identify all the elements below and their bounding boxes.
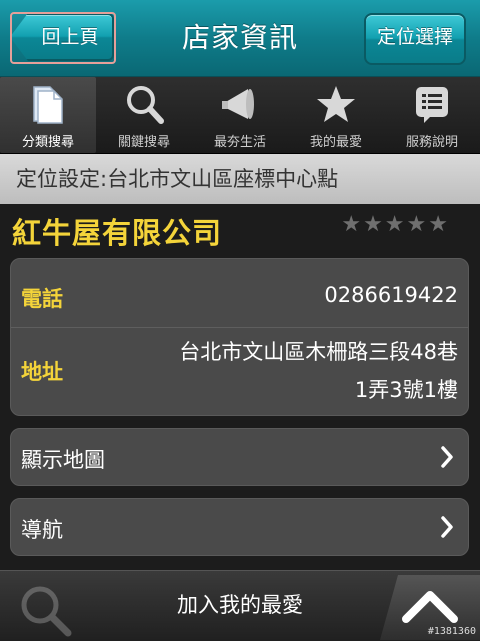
chevron-right-icon [441, 446, 453, 468]
store-name: 紅牛屋有限公司 [12, 216, 223, 250]
show-map-button[interactable]: 顯示地圖 [10, 428, 469, 486]
address-line-1: 台北市文山區木柵路三段48巷 [179, 340, 458, 364]
chevron-up-icon [402, 591, 458, 623]
megaphone-icon [222, 89, 254, 119]
location-select-button[interactable]: 定位選擇 [364, 13, 466, 65]
list-icon [416, 87, 448, 123]
tab-hot-life[interactable]: 最夯生活 [192, 77, 288, 153]
address-label: 地址 [21, 360, 63, 384]
show-map-label: 顯示地圖 [21, 448, 105, 472]
tab-label: 我的最愛 [309, 135, 362, 150]
tab-label: 服務說明 [405, 135, 458, 150]
store-info-card: 電話 0286619422 地址 台北市文山區木柵路三段48巷 1弄3號1樓 [10, 258, 469, 416]
tab-label: 最夯生活 [213, 135, 266, 150]
star-icon [317, 86, 355, 122]
folder-icon [33, 86, 63, 124]
tab-label: 關鍵搜尋 [117, 135, 170, 150]
search-icon [127, 86, 164, 124]
star-icon: ★ [406, 212, 427, 237]
tab-service-info[interactable]: 服務說明 [384, 77, 480, 153]
tab-label: 分類搜尋 [21, 135, 74, 150]
phone-value: 0286619422 [324, 283, 458, 307]
star-icon: ★ [341, 212, 362, 237]
watermark: #1381360 [427, 626, 476, 637]
star-icon: ★ [428, 212, 448, 237]
navigate-button[interactable]: 導航 [10, 498, 469, 556]
navigate-label: 導航 [21, 518, 63, 542]
tab-my-favorites[interactable]: 我的最愛 [288, 77, 384, 153]
chevron-right-icon [441, 516, 453, 538]
tab-category-search[interactable]: 分類搜尋 [0, 77, 96, 153]
phone-label: 電話 [21, 287, 63, 311]
address-line-2: 1弄3號1樓 [354, 378, 458, 402]
tab-bar: 分類搜尋 關鍵搜尋 最夯生活 我的最愛 服務說明 [0, 77, 480, 154]
star-icon: ★ [363, 212, 383, 237]
star-icon: ★ [384, 212, 405, 237]
tab-keyword-search[interactable]: 關鍵搜尋 [96, 77, 192, 153]
title-bar: 回上頁 店家資訊 定位選擇 [0, 0, 480, 77]
phone-row[interactable]: 電話 0286619422 [11, 259, 468, 327]
address-row: 地址 台北市文山區木柵路三段48巷 1弄3號1樓 [11, 328, 468, 416]
location-setting: 定位設定:台北市文山區座標中心點 [0, 154, 480, 204]
rating-stars[interactable]: ★★★★★ [339, 212, 448, 237]
